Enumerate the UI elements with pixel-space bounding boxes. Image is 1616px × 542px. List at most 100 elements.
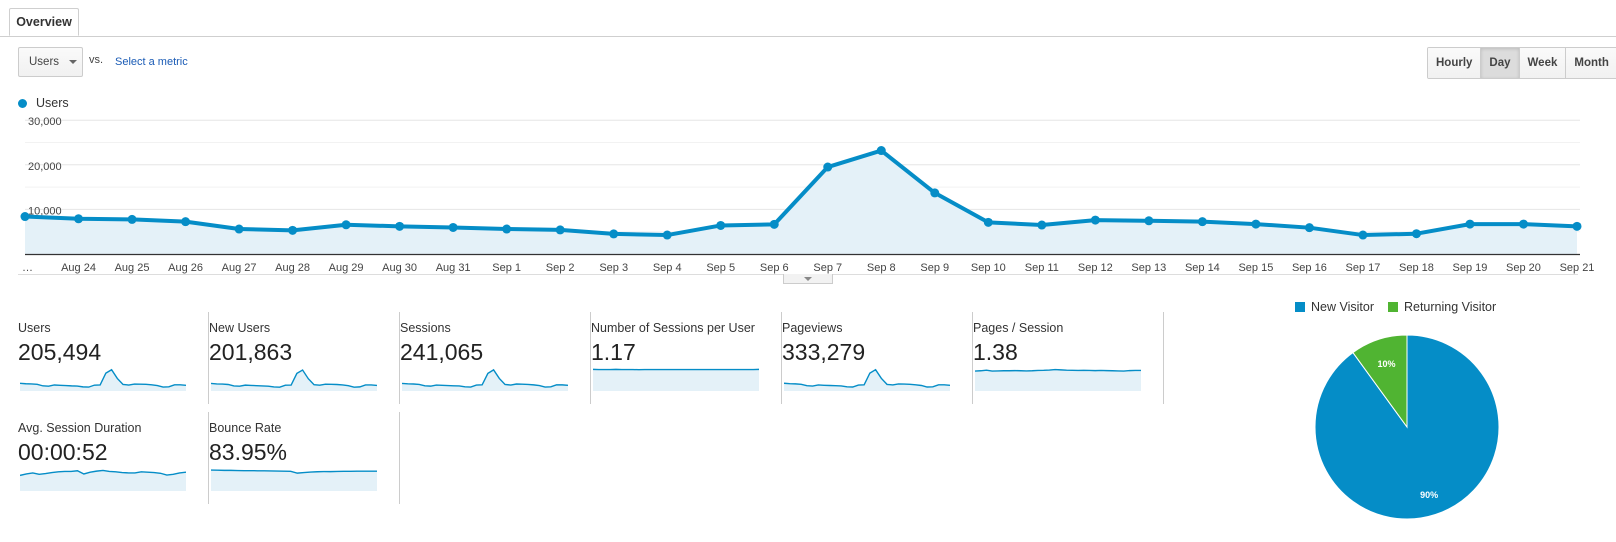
data-point[interactable] [876, 146, 886, 156]
scorecard-sparkline [20, 469, 186, 491]
chart-legend: Users [18, 96, 69, 110]
scorecard-sparkline [402, 368, 568, 391]
data-point[interactable] [395, 221, 405, 231]
interval-month-button[interactable]: Month [1565, 48, 1616, 78]
users-area [25, 150, 1577, 254]
data-point[interactable] [1465, 219, 1475, 229]
x-tick-label: Sep 11 [1025, 262, 1059, 274]
scorecard-value: 201,863 [209, 339, 293, 365]
interval-hourly-button[interactable]: Hourly [1428, 48, 1481, 78]
scorecard-label: Users [18, 321, 51, 335]
x-tick-label: Sep 14 [1185, 262, 1220, 274]
x-tick-label: Aug 29 [329, 262, 364, 274]
interval-week-button[interactable]: Week [1518, 48, 1566, 78]
data-point[interactable] [662, 230, 672, 240]
data-point[interactable] [1358, 230, 1368, 240]
pie-legend-returning-visitor[interactable]: Returning Visitor [1387, 300, 1496, 314]
data-point[interactable] [983, 217, 993, 227]
x-tick-label: Aug 24 [61, 262, 96, 274]
x-tick-label: Aug 28 [275, 262, 310, 274]
x-tick-label: Sep 12 [1078, 262, 1113, 274]
x-tick-label: Sep 3 [599, 262, 628, 274]
sparkline-area [975, 369, 1141, 391]
data-point[interactable] [74, 214, 84, 224]
sparkline-area [211, 470, 377, 491]
x-tick-label: Sep 17 [1345, 262, 1380, 274]
scorecard-bounce-rate[interactable]: Bounce Rate 83.95% [209, 412, 400, 504]
data-point[interactable] [20, 212, 30, 222]
scorecard-value: 83.95% [209, 439, 288, 465]
tab-bar-baseline [0, 36, 1616, 37]
data-point[interactable] [1411, 229, 1421, 239]
pie-legend-new-visitor[interactable]: New Visitor [1295, 300, 1374, 314]
x-tick-label: Sep 9 [920, 262, 949, 274]
x-tick-label: … [22, 262, 33, 274]
scorecard-new-users[interactable]: New Users 201,863 [209, 312, 400, 404]
data-point[interactable] [716, 220, 726, 230]
visitor-type-pie-chart: 90% 10% [1314, 334, 1500, 520]
scorecard-number-of-sessions-per-user[interactable]: Number of Sessions per User 1.17 [591, 312, 782, 404]
scorecard-pages-session[interactable]: Pages / Session 1.38 [973, 312, 1164, 404]
scorecard-users[interactable]: Users 205,494 [18, 312, 209, 404]
data-point[interactable] [823, 162, 833, 172]
legend-users-label: Users [36, 96, 69, 110]
chevron-down-icon [69, 60, 78, 64]
pie-legend-new-visitor-label: New Visitor [1311, 300, 1374, 314]
select-metric-link[interactable]: Select a metric [115, 56, 188, 68]
data-point[interactable] [609, 229, 619, 239]
x-tick-label: Sep 8 [867, 262, 896, 274]
pie-legend: New Visitor Returning Visitor [1295, 300, 1496, 314]
data-point[interactable] [1518, 219, 1528, 229]
scorecard-sparkline [211, 469, 377, 491]
data-point[interactable] [930, 188, 940, 198]
scorecard-label: Pageviews [782, 321, 843, 335]
scorecard-sparkline [211, 369, 377, 391]
data-point[interactable] [181, 217, 191, 227]
scorecard-value: 1.38 [973, 339, 1018, 365]
data-point[interactable] [1037, 220, 1047, 230]
data-point[interactable] [502, 224, 512, 234]
data-point[interactable] [769, 219, 779, 229]
metric-dropdown-value: Users [29, 56, 60, 68]
scorecard-pageviews[interactable]: Pageviews 333,279 [782, 312, 973, 404]
interval-day-button[interactable]: Day [1480, 48, 1519, 78]
pie-label-new-visitor: 90% [1420, 490, 1438, 500]
scorecard-label: Number of Sessions per User [591, 321, 755, 335]
x-tick-label: Sep 6 [760, 262, 789, 274]
scorecard-value: 241,065 [400, 339, 484, 365]
data-point[interactable] [288, 225, 298, 235]
tab-overview[interactable]: Overview [9, 8, 79, 36]
scorecard-avg-session-duration[interactable]: Avg. Session Duration 00:00:52 [18, 412, 209, 504]
data-point[interactable] [1090, 215, 1100, 225]
scorecard-sparkline [975, 368, 1141, 391]
data-point[interactable] [1304, 223, 1314, 233]
x-tick-label: Aug 25 [115, 262, 150, 274]
data-point[interactable] [341, 220, 351, 230]
scorecard-label: Sessions [400, 321, 451, 335]
data-point[interactable] [1197, 217, 1207, 227]
x-tick-label: Sep 10 [971, 262, 1006, 274]
returning-visitor-swatch-icon [1387, 302, 1398, 312]
x-tick-label: Sep 13 [1131, 262, 1166, 274]
scorecard-value: 333,279 [782, 339, 866, 365]
x-tick-label: Aug 27 [222, 262, 257, 274]
users-line-chart[interactable]: 10,00020,00030,000… Aug 24 Aug 25 Aug 26 Aug… [0, 110, 1616, 275]
x-tick-label: Sep 7 [813, 262, 842, 274]
data-point[interactable] [234, 224, 244, 234]
data-point[interactable] [555, 225, 565, 235]
data-point[interactable] [1144, 216, 1154, 226]
data-point[interactable] [127, 214, 137, 224]
vs-label: vs. [89, 54, 104, 66]
x-tick-label: Sep 19 [1453, 262, 1488, 274]
metric-dropdown[interactable]: Users [18, 47, 83, 77]
legend-users-dot-icon [18, 98, 27, 108]
y-tick-label: 30,000 [28, 116, 62, 128]
x-tick-label: Sep 1 [492, 262, 521, 274]
chart-collapse-handle[interactable] [783, 274, 833, 284]
data-point[interactable] [1572, 221, 1582, 231]
scorecard-sessions[interactable]: Sessions 241,065 [400, 312, 591, 404]
data-point[interactable] [1251, 219, 1261, 229]
scorecard-sparkline [20, 368, 186, 391]
data-point[interactable] [448, 222, 458, 232]
scorecard-value: 1.17 [591, 339, 636, 365]
